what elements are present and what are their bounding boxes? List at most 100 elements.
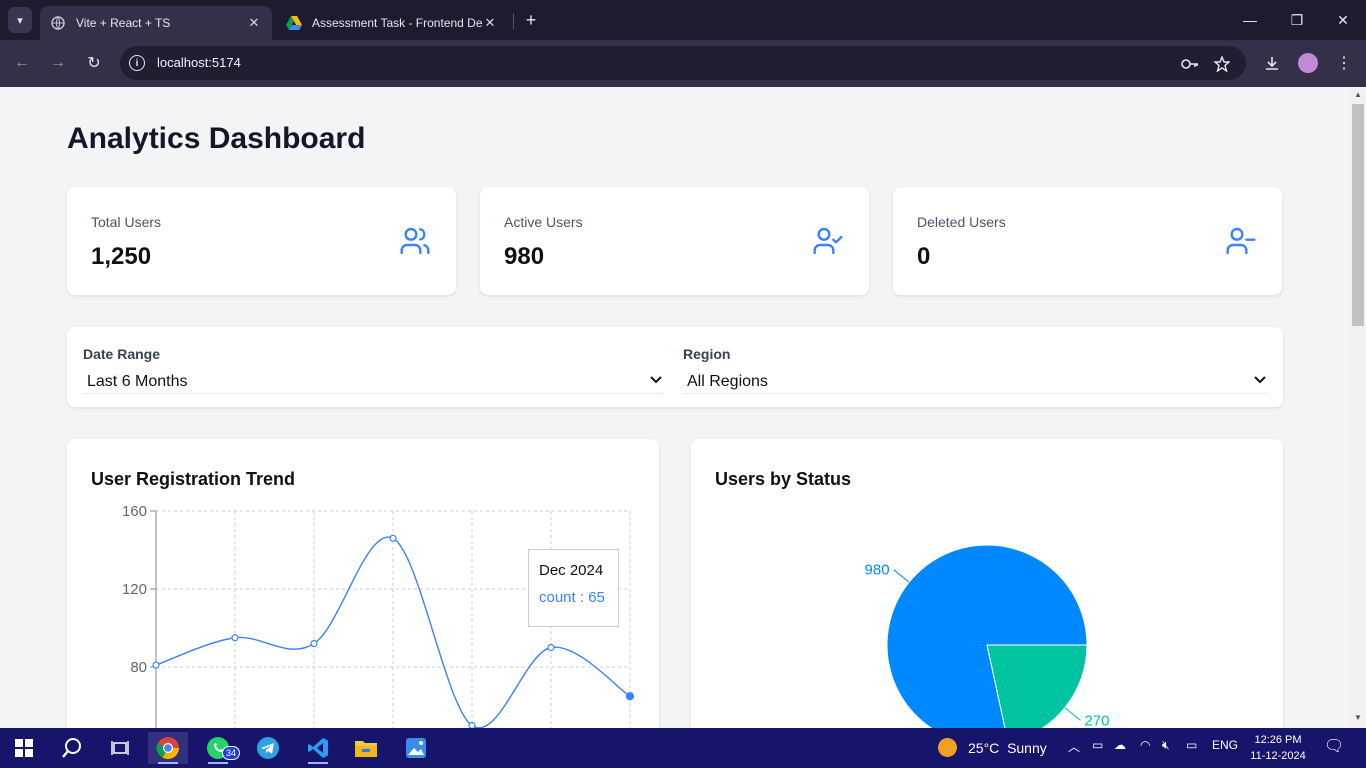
stat-card-total-users: Total Users 1,250	[67, 187, 456, 295]
vscode-taskbar-icon[interactable]	[298, 732, 338, 764]
clock-time: 12:26 PM	[1254, 734, 1302, 746]
chevron-up-icon[interactable]: ︿	[1068, 738, 1080, 755]
page-content: Analytics Dashboard Total Users 1,250 Ac…	[0, 87, 1350, 728]
weather-widget[interactable]: 25°C Sunny	[938, 738, 1047, 757]
stat-label: Active Users	[504, 214, 583, 230]
google-drive-icon	[286, 15, 302, 31]
stat-value: 1,250	[91, 243, 152, 270]
minimize-button[interactable]: —	[1230, 8, 1270, 32]
filter-label: Region	[683, 346, 731, 362]
wifi-icon[interactable]: ◠	[1140, 738, 1150, 752]
volume-muted-icon[interactable]: 🔇︎	[1162, 738, 1170, 753]
telegram-taskbar-icon[interactable]	[248, 732, 288, 764]
search-icon[interactable]	[52, 732, 92, 764]
chevron-down-icon	[1254, 376, 1266, 384]
tab-search-button[interactable]: ▾	[8, 7, 32, 33]
select-value: All Regions	[687, 373, 768, 390]
stat-card-active-users: Active Users 980	[480, 187, 869, 295]
data-point	[310, 640, 318, 648]
file-explorer-taskbar-icon[interactable]	[346, 732, 386, 764]
users-by-status-card: Users by Status 980 270	[691, 439, 1283, 728]
date-range-filter: Date Range Last 6 Months	[83, 346, 663, 394]
meet-now-icon[interactable]: ▭	[1092, 738, 1103, 752]
y-tick-label: 160	[122, 503, 147, 520]
site-info-icon[interactable]: i	[129, 55, 145, 71]
browser-tab-bar: ▾ Vite + React + TS ✕ Assessment Task - …	[0, 0, 1366, 40]
chart-tooltip: Dec 2024 count : 65	[528, 549, 619, 627]
stat-card-deleted-users: Deleted Users 0	[893, 187, 1282, 295]
stat-value: 980	[504, 243, 545, 270]
data-point	[547, 643, 555, 652]
y-tick-label: 80	[130, 659, 147, 676]
globe-icon	[50, 15, 66, 31]
chevron-down-icon	[650, 376, 662, 384]
select-value: Last 6 Months	[87, 373, 188, 390]
bookmark-star-icon[interactable]	[1212, 54, 1232, 74]
photos-taskbar-icon[interactable]	[396, 732, 436, 764]
windows-start-icon[interactable]	[4, 732, 44, 764]
whatsapp-taskbar-icon[interactable]: 34	[198, 732, 240, 764]
users-by-status-chart[interactable]: 980 270	[691, 439, 1283, 728]
weather-temp: 25°C	[968, 739, 1000, 756]
y-tick-label: 120	[122, 581, 147, 598]
stat-label: Deleted Users	[917, 214, 1006, 230]
weather-condition: Sunny	[1007, 739, 1047, 756]
notification-center-icon[interactable]: 🗨︎	[1324, 736, 1344, 756]
notification-badge: 34	[222, 746, 240, 760]
clock-date: 11-12-2024	[1250, 750, 1306, 762]
registration-trend-card: User Registration Trend 4080120160 Dec 2…	[67, 439, 659, 728]
pie-label-line	[1064, 707, 1081, 721]
page-scrollbar[interactable]: ▲ ▼	[1350, 87, 1366, 728]
new-tab-button[interactable]: +	[520, 8, 542, 32]
region-filter: Region All Regions	[683, 346, 1267, 394]
profile-avatar[interactable]	[1298, 53, 1318, 73]
browser-menu-icon[interactable]: ⋮	[1332, 51, 1356, 75]
pie-label: 980	[865, 562, 890, 579]
data-point	[625, 692, 635, 701]
data-point	[152, 661, 160, 669]
maximize-button[interactable]: ❐	[1277, 8, 1317, 32]
pie-label: 270	[1084, 712, 1109, 728]
tab-title: Vite + React + TS	[76, 16, 171, 30]
windows-taskbar: 34 25°C Sunny ︿ ▭ ☁ ◠ 🔇︎ ▭ ENG 12:26 PM …	[0, 728, 1366, 768]
data-point	[389, 534, 397, 542]
pie-label-line	[893, 569, 910, 583]
scroll-down-icon[interactable]: ▼	[1354, 713, 1362, 722]
chrome-taskbar-icon[interactable]	[148, 732, 188, 764]
close-tab-icon[interactable]: ✕	[246, 15, 262, 31]
users-icon	[400, 227, 430, 255]
data-point	[231, 634, 239, 642]
onedrive-cloud-icon[interactable]: ☁	[1114, 738, 1126, 752]
task-view-icon[interactable]	[100, 732, 140, 764]
page-title: Analytics Dashboard	[67, 122, 366, 155]
battery-icon[interactable]: ▭	[1186, 738, 1197, 752]
stat-label: Total Users	[91, 214, 162, 230]
close-window-button[interactable]: ✕	[1323, 8, 1363, 32]
address-bar[interactable]: i localhost:5174	[120, 46, 1246, 80]
tooltip-label: Dec 2024	[539, 562, 604, 579]
sun-icon	[938, 738, 957, 757]
language-indicator[interactable]: ENG	[1212, 738, 1238, 752]
tab-title: Assessment Task - Frontend Dev	[312, 16, 482, 30]
system-clock[interactable]: 12:26 PM 11-12-2024	[1244, 732, 1312, 764]
forward-button[interactable]: →	[46, 51, 70, 75]
tab-vite[interactable]: Vite + React + TS ✕	[40, 6, 272, 40]
filters-panel: Date Range Last 6 Months Region All Regi…	[67, 327, 1283, 407]
tooltip-value: count : 65	[539, 589, 605, 606]
browser-toolbar: ← → ↻ i localhost:5174 ⋮	[0, 40, 1366, 87]
filter-label: Date Range	[83, 346, 161, 362]
scrollbar-thumb[interactable]	[1352, 104, 1364, 326]
user-minus-icon	[1226, 227, 1256, 255]
tab-assessment[interactable]: Assessment Task - Frontend Dev ✕	[276, 6, 508, 40]
tab-divider	[513, 13, 514, 29]
region-select[interactable]: All Regions	[683, 368, 1267, 394]
close-tab-icon[interactable]: ✕	[482, 15, 498, 31]
back-button[interactable]: ←	[10, 51, 34, 75]
reload-button[interactable]: ↻	[82, 51, 106, 75]
date-range-select[interactable]: Last 6 Months	[83, 368, 663, 394]
download-icon[interactable]	[1260, 51, 1284, 75]
scroll-up-icon[interactable]: ▲	[1354, 90, 1362, 99]
password-key-icon[interactable]	[1180, 54, 1200, 74]
user-check-icon	[813, 227, 843, 255]
stat-value: 0	[917, 243, 931, 270]
